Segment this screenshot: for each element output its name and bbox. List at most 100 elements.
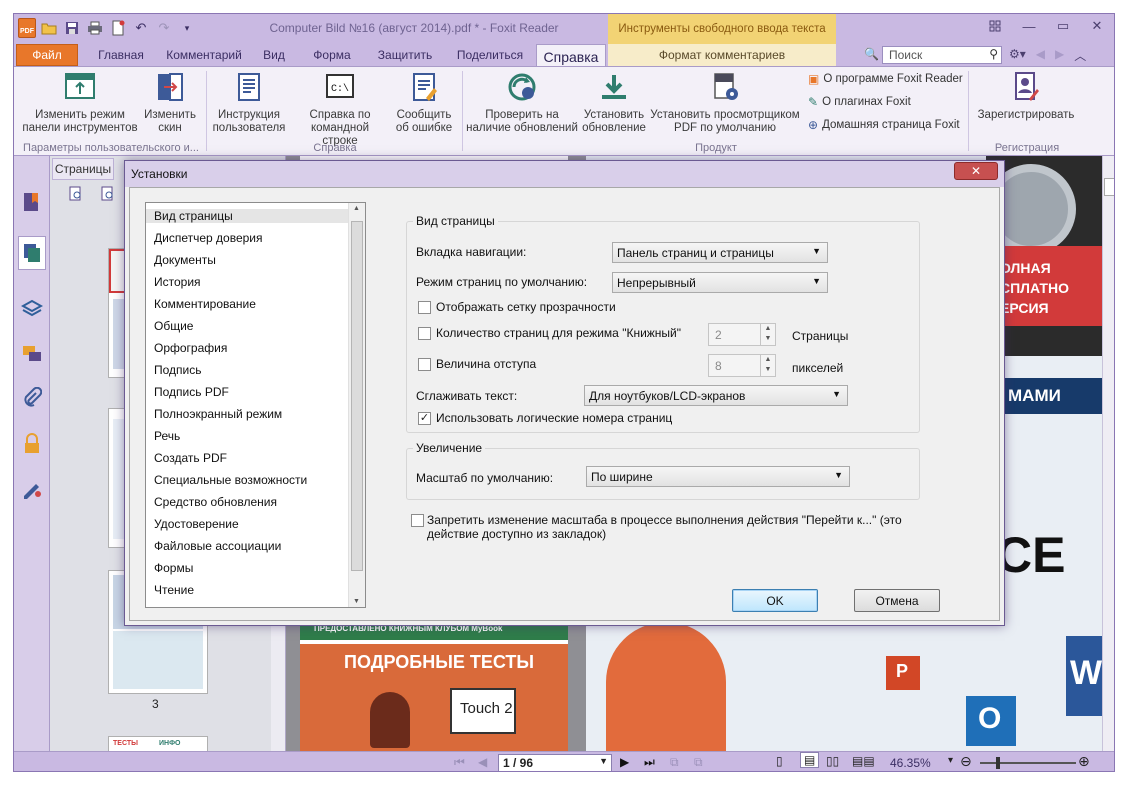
app-logo-icon[interactable]: PDF xyxy=(18,18,36,38)
pages-thumbnails-icon[interactable] xyxy=(18,236,46,270)
book-pages-stepper[interactable]: 2 ▲ ▼ xyxy=(708,323,776,346)
dialog-close-icon[interactable]: ✕ xyxy=(954,162,998,180)
zoom-slider[interactable] xyxy=(980,757,1076,769)
thumbnail-zoom-out-icon[interactable] xyxy=(100,186,116,205)
stepper-arrows-icon[interactable]: ▲ ▼ xyxy=(760,324,775,345)
book-pages-checkbox[interactable] xyxy=(418,327,431,340)
back-arrow-icon[interactable]: ◀ xyxy=(1036,47,1045,64)
category-item[interactable]: Специальные возможности xyxy=(154,473,307,487)
previous-view-icon[interactable]: ⧉ xyxy=(670,755,679,770)
cancel-button[interactable]: Отмена xyxy=(854,589,940,612)
register-button[interactable]: Зарегистрировать xyxy=(974,71,1078,122)
scroll-down-icon[interactable]: ▼ xyxy=(353,598,360,605)
set-default-viewer-button[interactable]: Установить просмотрщиком PDF по умолчани… xyxy=(650,71,800,135)
zoom-slider-thumb[interactable] xyxy=(996,757,1000,769)
about-plugins-link[interactable]: ✎ О плагинах Foxit xyxy=(808,95,911,109)
attachments-icon[interactable] xyxy=(20,386,44,410)
forbid-zoom-checkbox[interactable] xyxy=(411,514,424,527)
category-item[interactable]: Диспетчер доверия xyxy=(154,231,263,245)
continuous-facing-icon[interactable]: ▤▤ xyxy=(852,754,875,768)
page-number-input[interactable]: 1 / 96 ▼ xyxy=(498,754,612,771)
preferences-category-list[interactable]: Вид страницы Диспетчер доверия Документы Ис… xyxy=(145,202,366,608)
nav-tab-select[interactable]: Панель страниц и страницы ▼ xyxy=(612,242,828,263)
close-icon[interactable]: ✕ xyxy=(1080,14,1114,38)
previous-page-icon[interactable]: ◀ xyxy=(478,755,487,769)
category-item[interactable]: История xyxy=(154,275,201,289)
facing-pages-icon[interactable]: ▯▯ xyxy=(826,754,839,768)
next-view-icon[interactable]: ⧉ xyxy=(694,755,703,770)
page-mode-select[interactable]: Непрерывный ▼ xyxy=(612,272,828,293)
about-foxit-link[interactable]: ▣ О программе Foxit Reader xyxy=(808,72,963,86)
tab-comment-format[interactable]: Формат комментариев xyxy=(608,44,836,66)
logical-numbers-checkbox[interactable]: ✓ xyxy=(418,412,431,425)
category-item[interactable]: Комментирование xyxy=(154,297,256,311)
category-item[interactable]: Вид страницы xyxy=(146,209,349,223)
first-page-icon[interactable]: ⏮ xyxy=(454,755,465,770)
security-lock-icon[interactable] xyxy=(20,432,44,456)
next-page-icon[interactable]: ▶ xyxy=(620,755,629,769)
tab-file[interactable]: Файл xyxy=(16,44,78,66)
redo-icon[interactable]: ↷ xyxy=(154,18,174,38)
customize-qat-icon[interactable]: ▾ xyxy=(177,18,197,38)
tab-share[interactable]: Поделиться xyxy=(450,44,530,66)
tab-comment[interactable]: Комментарий xyxy=(162,44,246,66)
document-scrollbar[interactable] xyxy=(1102,156,1114,752)
category-item[interactable]: Речь xyxy=(154,429,180,443)
layers-icon[interactable] xyxy=(20,296,44,320)
open-folder-icon[interactable] xyxy=(39,18,59,38)
category-item[interactable]: Общие xyxy=(154,319,193,333)
user-guide-button[interactable]: Инструкция пользователя xyxy=(210,71,288,135)
collapse-ribbon-icon[interactable]: ︿ xyxy=(1074,47,1086,64)
ok-button[interactable]: OK xyxy=(732,589,818,612)
category-item[interactable]: Подпись PDF xyxy=(154,385,229,399)
zoom-in-icon[interactable]: ⊕ xyxy=(1078,753,1090,770)
pages-panel-tab[interactable]: Страницы xyxy=(52,158,114,180)
maximize-icon[interactable]: ▭ xyxy=(1046,14,1080,38)
category-scroll-thumb[interactable] xyxy=(351,221,363,571)
tab-protect[interactable]: Защитить xyxy=(370,44,440,66)
bookmarks-icon[interactable] xyxy=(20,190,44,214)
change-toolbar-mode-button[interactable]: Изменить режим панели инструментов xyxy=(20,71,140,135)
search-input[interactable]: Поиск ⚲ xyxy=(882,46,1002,64)
signature-icon[interactable] xyxy=(20,476,44,500)
default-zoom-select[interactable]: По ширине ▼ xyxy=(586,466,850,487)
page-dropdown-icon[interactable]: ▼ xyxy=(599,756,608,766)
category-item[interactable]: Документы xyxy=(154,253,216,267)
search-options-icon[interactable]: 🔍 xyxy=(864,47,880,63)
category-item[interactable]: Создать PDF xyxy=(154,451,227,465)
tab-form[interactable]: Форма xyxy=(302,44,362,66)
forward-arrow-icon[interactable]: ▶ xyxy=(1055,47,1064,64)
category-item[interactable]: Чтение xyxy=(154,583,194,597)
settings-gear-icon[interactable]: ⚙▾ xyxy=(1009,47,1026,64)
scroll-up-icon[interactable]: ▲ xyxy=(353,205,360,212)
last-page-icon[interactable]: ⏭ xyxy=(644,755,655,770)
category-scrollbar[interactable]: ▲ ▼ xyxy=(348,203,365,607)
print-icon[interactable] xyxy=(85,18,105,38)
category-item[interactable]: Подпись xyxy=(154,363,202,377)
stepper-arrows-icon[interactable]: ▲ ▼ xyxy=(760,355,775,376)
margin-stepper[interactable]: 8 ▲ ▼ xyxy=(708,354,776,377)
scrollbar-thumb[interactable] xyxy=(1104,178,1114,196)
tab-home[interactable]: Главная xyxy=(86,44,156,66)
new-document-icon[interactable] xyxy=(108,18,128,38)
minimize-icon[interactable]: — xyxy=(1012,14,1046,38)
show-grid-checkbox[interactable] xyxy=(418,301,431,314)
category-item[interactable]: Полноэкранный режим xyxy=(154,407,282,421)
install-update-button[interactable]: Установить обновление xyxy=(578,71,650,135)
category-item[interactable]: Удостоверение xyxy=(154,517,239,531)
check-updates-button[interactable]: Проверить на наличие обновлений xyxy=(466,71,578,135)
ribbon-display-icon[interactable] xyxy=(978,14,1012,38)
search-icon[interactable]: ⚲ xyxy=(989,47,998,61)
foxit-homepage-link[interactable]: ⊕ Домашняя страница Foxit xyxy=(808,118,960,132)
zoom-dropdown-icon[interactable]: ▾ xyxy=(948,755,953,766)
margin-checkbox[interactable] xyxy=(418,358,431,371)
single-page-icon[interactable]: ▯ xyxy=(776,754,783,768)
smooth-text-select[interactable]: Для ноутбуков/LCD-экранов ▼ xyxy=(584,385,848,406)
tab-view[interactable]: Вид xyxy=(254,44,294,66)
change-skin-button[interactable]: Изменить скин xyxy=(138,71,202,135)
category-item[interactable]: Орфография xyxy=(154,341,227,355)
thumbnail-zoom-in-icon[interactable] xyxy=(68,186,84,205)
cmdline-help-button[interactable]: C:\ Справка по командной строке xyxy=(292,71,388,148)
report-bug-button[interactable]: Сообщить об ошибке xyxy=(392,71,456,135)
save-icon[interactable] xyxy=(62,18,82,38)
